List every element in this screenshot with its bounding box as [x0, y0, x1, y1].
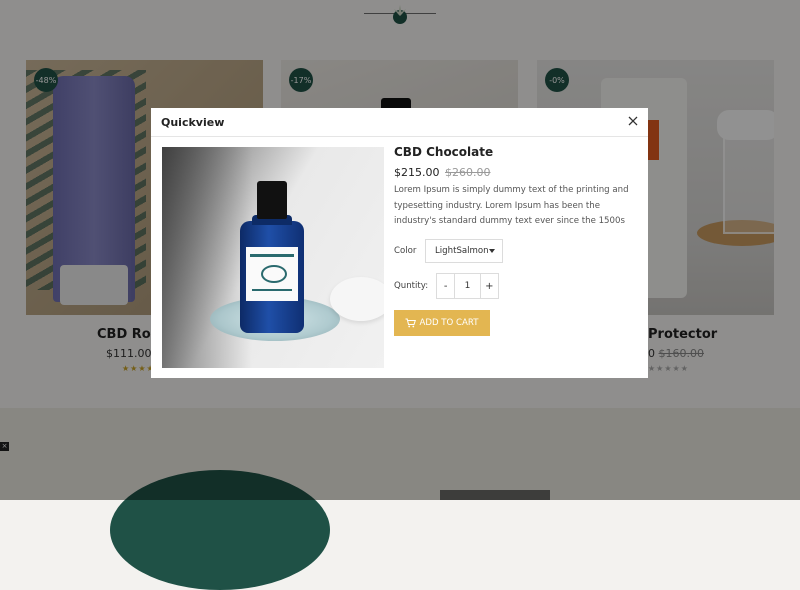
color-select[interactable]: LightSalmon	[425, 239, 503, 263]
color-label: Color	[394, 246, 417, 256]
white-dish	[330, 277, 384, 321]
add-to-cart-button[interactable]: ADD TO CART	[394, 310, 490, 336]
eye-logo-icon	[261, 265, 287, 283]
add-to-cart-label: ADD TO CART	[419, 318, 479, 328]
modal-header: Quickview	[151, 108, 648, 137]
label-stripe	[252, 289, 292, 291]
product-image	[162, 147, 384, 368]
quantity-stepper: - 1 +	[436, 273, 499, 299]
caret-down-icon	[489, 249, 495, 253]
cart-icon	[405, 318, 417, 328]
quantity-input[interactable]: 1	[454, 274, 481, 298]
label-stripe	[250, 254, 294, 257]
price-current: $215.00	[394, 166, 440, 179]
quickview-modal: Quickview CBD Chocolate $215.00 $260.00 …	[151, 108, 648, 378]
close-icon[interactable]	[626, 114, 640, 128]
product-description: Lorem Ipsum is simply dummy text of the …	[394, 185, 629, 226]
modal-title: Quickview	[161, 116, 225, 129]
color-select-value: LightSalmon	[435, 246, 489, 256]
product-price: $215.00 $260.00	[394, 166, 491, 179]
increment-button[interactable]: +	[481, 274, 498, 298]
decrement-button[interactable]: -	[437, 274, 454, 298]
price-old: $260.00	[445, 166, 491, 179]
bottle-cap	[257, 181, 287, 219]
product-name: CBD Chocolate	[394, 145, 494, 159]
quantity-label: Quntity:	[394, 281, 429, 291]
